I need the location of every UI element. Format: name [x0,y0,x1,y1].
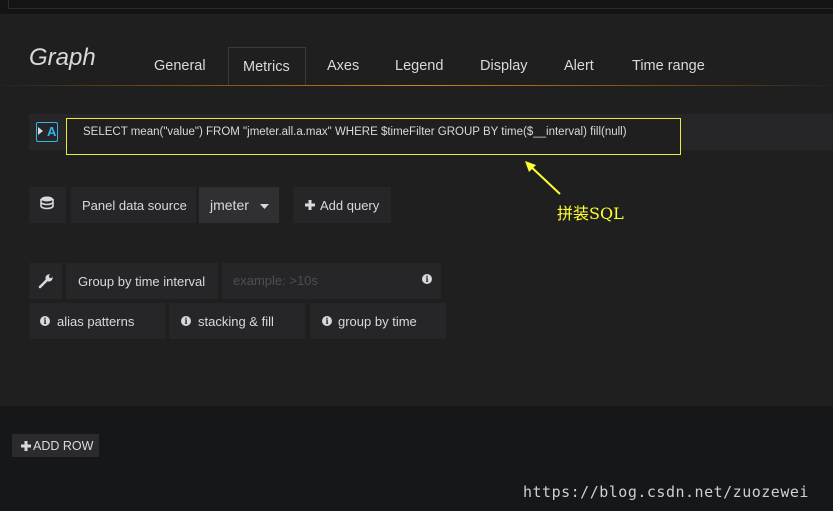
group-by-label: Group by time interval [66,263,218,299]
sql-query-text: SELECT mean("value") FROM "jmeter.all.a.… [83,126,627,138]
alias-patterns-button[interactable]: i alias patterns [29,303,165,339]
stacking-fill-button[interactable]: i stacking & fill [169,303,305,339]
add-query-label: Add query [320,198,380,213]
query-toggle[interactable]: A [29,114,61,150]
plus-icon [21,441,31,451]
panel-title: Graph [29,44,96,71]
datasource-label-text: Panel data source [82,198,187,213]
tab-general[interactable]: General [154,58,206,74]
datasource-selected: jmeter [210,197,249,213]
tab-time-range[interactable]: Time range [632,58,705,74]
info-icon: i [422,274,432,284]
info-icon: i [322,316,332,326]
watermark: https://blog.csdn.net/zuozewei [523,483,809,501]
database-icon [40,196,54,210]
caret-down-icon [260,204,269,209]
info-icon: i [181,316,191,326]
query-ref-id: A [47,124,57,139]
stacking-fill-label: stacking & fill [198,314,274,329]
group-by-interval-input[interactable]: example: >10s i [222,263,441,299]
datasource-select[interactable]: jmeter [199,187,279,223]
add-query-button[interactable]: Add query [293,187,391,223]
group-by-label-text: Group by time interval [78,274,206,289]
top-strip-border [8,0,833,9]
tab-underline [0,85,833,86]
annotation-label: 拼装SQL [557,204,624,223]
tab-alert[interactable]: Alert [564,58,594,74]
tab-axes[interactable]: Axes [327,58,359,74]
alias-patterns-label: alias patterns [57,314,135,329]
sql-query-editor[interactable]: SELECT mean("value") FROM "jmeter.all.a.… [66,118,681,155]
add-row-label: ADD ROW [33,439,94,453]
top-strip [0,0,833,14]
tab-legend[interactable]: Legend [395,58,443,74]
datasource-label: Panel data source [71,187,196,223]
info-icon: i [40,316,50,326]
datasource-icon-button [29,187,66,223]
annotation-arrow [525,161,561,195]
tab-metrics[interactable]: Metrics [228,47,306,86]
group-by-time-label: group by time [338,314,417,329]
group-by-placeholder: example: >10s [233,273,318,288]
wrench-icon [38,274,53,289]
plus-icon [305,200,315,210]
group-by-time-button[interactable]: i group by time [310,303,446,339]
tab-display[interactable]: Display [480,58,528,74]
add-row-button[interactable]: ADD ROW [12,434,99,457]
tab-metrics-label: Metrics [243,59,290,75]
options-icon-button [29,263,62,299]
